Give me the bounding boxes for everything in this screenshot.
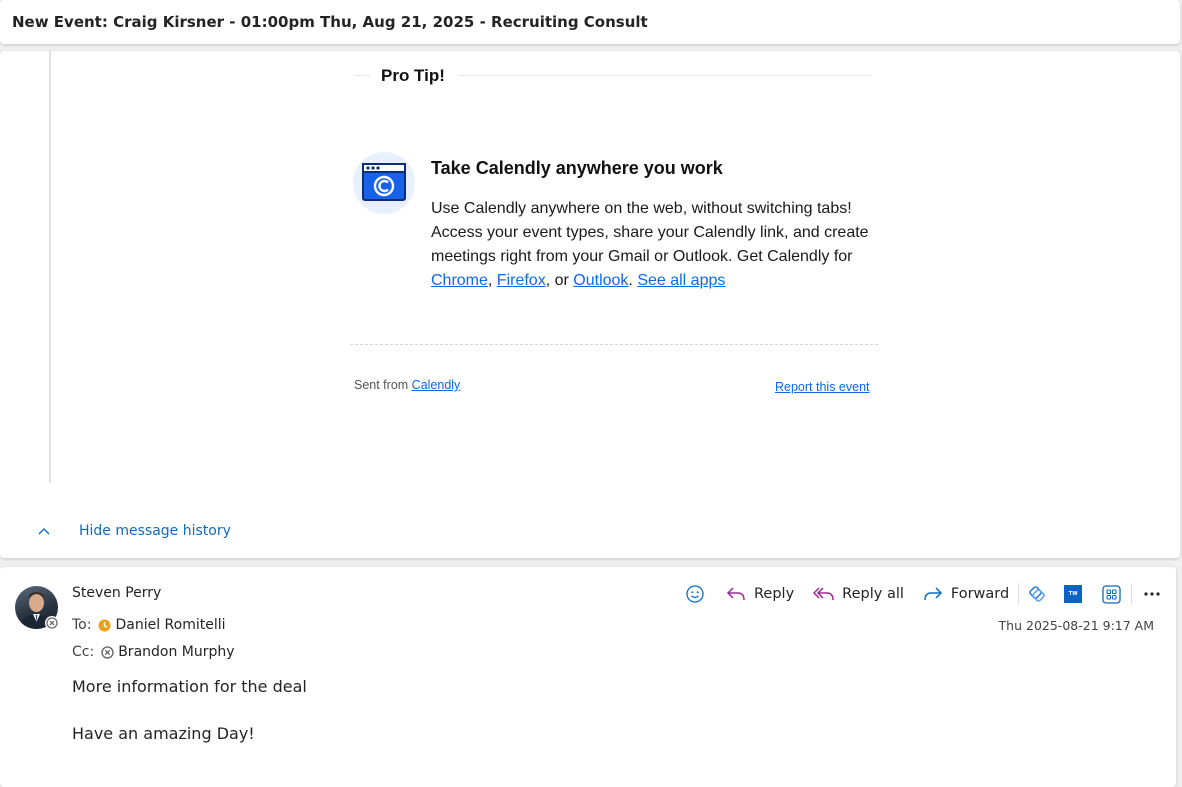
outlook-link[interactable]: Outlook bbox=[573, 272, 628, 289]
reply-button[interactable]: Reply bbox=[726, 586, 794, 602]
addin-button[interactable]: TW bbox=[1064, 585, 1083, 603]
loop-icon bbox=[1029, 586, 1045, 602]
divider bbox=[355, 75, 371, 76]
presence-icon bbox=[45, 616, 59, 630]
apps-icon bbox=[1102, 584, 1121, 604]
message-actions: Reply Reply all Forward TW bbox=[680, 581, 1160, 607]
see-all-apps-link[interactable]: See all apps bbox=[637, 272, 725, 289]
offline-status-icon bbox=[101, 645, 114, 659]
addin-icon: TW bbox=[1064, 585, 1083, 603]
sent-from: Sent from Calendly bbox=[354, 378, 460, 392]
more-options-button[interactable] bbox=[1144, 592, 1160, 596]
promo-body: Use Calendly anywhere on the web, withou… bbox=[431, 200, 869, 289]
more-icon bbox=[1144, 592, 1160, 596]
subject-bar: New Event: Craig Kirsner - 01:00pm Thu, … bbox=[0, 0, 1180, 44]
reaction-button[interactable] bbox=[686, 585, 704, 603]
divider bbox=[1131, 583, 1133, 605]
sender-name[interactable]: Steven Perry bbox=[72, 585, 161, 601]
to-recipient[interactable]: Daniel Romitelli bbox=[115, 617, 225, 633]
message-timestamp: Thu 2025-08-21 9:17 AM bbox=[998, 618, 1154, 633]
message-body-line: Have an amazing Day! bbox=[72, 724, 255, 743]
chevron-up-icon bbox=[30, 521, 58, 541]
forward-button[interactable]: Forward bbox=[923, 586, 1009, 602]
divider bbox=[459, 75, 872, 76]
cc-row: Cc: Brandon Murphy bbox=[72, 643, 235, 661]
message-body-line: More information for the deal bbox=[72, 677, 307, 696]
reply-all-button[interactable]: Reply all bbox=[813, 586, 904, 602]
smile-icon bbox=[686, 585, 704, 603]
sent-from-text: Sent from bbox=[354, 378, 409, 392]
loop-button[interactable] bbox=[1027, 584, 1047, 604]
to-row: To: Daniel Romitelli bbox=[72, 616, 226, 634]
quote-indent-line bbox=[49, 51, 51, 483]
forward-icon bbox=[924, 587, 942, 601]
away-status-icon bbox=[98, 619, 111, 632]
pro-tip-title: Pro Tip! bbox=[381, 66, 445, 85]
reply-all-icon bbox=[813, 587, 834, 601]
firefox-link[interactable]: Firefox bbox=[497, 272, 546, 289]
hide-history-button[interactable]: Hide message history bbox=[30, 521, 231, 541]
reply-icon bbox=[726, 587, 745, 601]
hide-history-label: Hide message history bbox=[79, 523, 231, 539]
chrome-link[interactable]: Chrome bbox=[431, 272, 488, 289]
message-card: Steven Perry To: Daniel Romitelli Cc: Br… bbox=[0, 567, 1176, 787]
calendly-link[interactable]: Calendly bbox=[412, 378, 461, 392]
promo-text: Use Calendly anywhere on the web, withou… bbox=[431, 200, 869, 265]
or-text: or bbox=[554, 272, 569, 289]
forward-label: Forward bbox=[950, 586, 1010, 602]
dashed-divider bbox=[350, 344, 878, 345]
email-subject: New Event: Craig Kirsner - 01:00pm Thu, … bbox=[12, 13, 648, 31]
report-event-link[interactable]: Report this event bbox=[775, 380, 870, 394]
apps-button[interactable] bbox=[1102, 584, 1121, 604]
calendly-app-icon bbox=[353, 152, 415, 214]
cc-recipient[interactable]: Brandon Murphy bbox=[118, 644, 234, 660]
cc-label: Cc: bbox=[72, 644, 95, 660]
reply-all-label: Reply all bbox=[842, 586, 904, 602]
reply-label: Reply bbox=[754, 586, 795, 602]
quoted-message-card: Pro Tip! Take Calendly anywhere you work… bbox=[0, 51, 1180, 558]
addin-badge-text: TW bbox=[1068, 591, 1078, 597]
to-label: To: bbox=[72, 617, 92, 633]
promo-title: Take Calendly anywhere you work bbox=[431, 158, 723, 178]
divider bbox=[1018, 583, 1020, 605]
